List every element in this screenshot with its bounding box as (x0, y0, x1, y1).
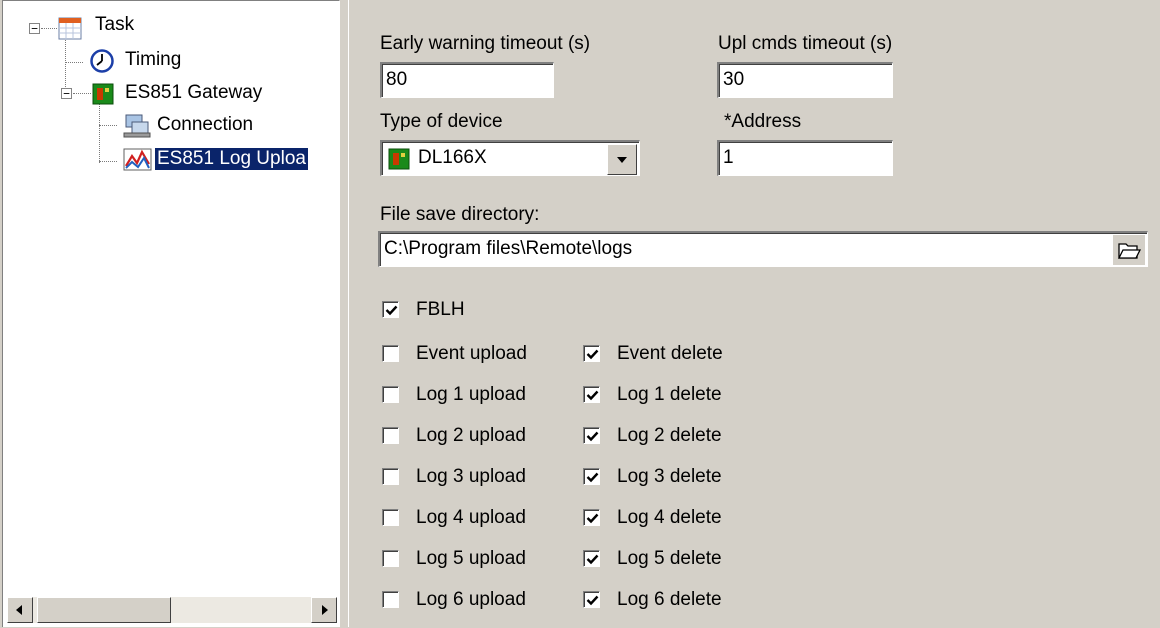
delete-checkbox-label: Log 3 delete (617, 466, 722, 487)
early-warning-label: Early warning timeout (s) (380, 33, 591, 54)
check-icon (586, 349, 599, 360)
upl-cmds-input[interactable]: 30 (717, 62, 893, 98)
upload-checkbox-row[interactable]: Log 3 upload (382, 466, 552, 492)
upload-checkbox[interactable] (382, 550, 399, 567)
browse-folder-button[interactable] (1113, 235, 1145, 265)
log-upload-icon (123, 148, 152, 171)
delete-checkbox-row[interactable]: Event delete (583, 343, 753, 369)
upload-checkbox[interactable] (382, 509, 399, 526)
arrow-right-icon (322, 605, 328, 615)
delete-checkbox-label: Log 4 delete (617, 507, 722, 528)
dropdown-button[interactable] (607, 144, 637, 175)
delete-checkbox-row[interactable]: Log 6 delete (583, 589, 753, 615)
tree-item-es851-gateway[interactable]: ES851 Gateway (125, 82, 262, 104)
address-input[interactable]: 1 (717, 140, 893, 176)
delete-checkbox-row[interactable]: Log 1 delete (583, 384, 753, 410)
upload-checkbox-row[interactable]: Event upload (382, 343, 552, 369)
scroll-right-button[interactable] (311, 597, 337, 623)
upload-checkbox-label: Log 5 upload (416, 548, 526, 569)
check-icon (586, 390, 599, 401)
upload-checkbox-label: Event upload (416, 343, 527, 364)
upload-checkbox[interactable] (382, 386, 399, 403)
tree-collapse-toggle-gateway[interactable]: − (61, 88, 72, 99)
fblh-label: FBLH (416, 299, 465, 320)
delete-checkbox[interactable] (583, 509, 600, 526)
check-icon (586, 595, 599, 606)
upload-checkbox-row[interactable]: Log 5 upload (382, 548, 552, 574)
tree-collapse-toggle-task[interactable]: − (29, 23, 40, 34)
fblh-checkbox-row[interactable]: FBLH (382, 299, 502, 325)
delete-checkbox-label: Log 1 delete (617, 384, 722, 405)
check-icon (586, 513, 599, 524)
upload-checkbox[interactable] (382, 591, 399, 608)
device-type-label: Type of device (380, 111, 503, 132)
tree-item-connection[interactable]: Connection (157, 114, 253, 136)
horizontal-scrollbar[interactable] (7, 597, 337, 623)
upload-checkbox-row[interactable]: Log 4 upload (382, 507, 552, 533)
scrollbar-thumb[interactable] (37, 597, 171, 623)
delete-checkbox[interactable] (583, 427, 600, 444)
upload-checkbox[interactable] (382, 345, 399, 362)
delete-checkbox[interactable] (583, 345, 600, 362)
tree-item-es851-log-upload[interactable]: ES851 Log Uploa (154, 147, 309, 171)
upload-checkbox-label: Log 2 upload (416, 425, 526, 446)
tree-view[interactable]: − Task Timing − ES851 Gateway Connection… (2, 0, 340, 627)
arrow-left-icon (16, 605, 22, 615)
delete-checkbox[interactable] (583, 550, 600, 567)
delete-checkbox[interactable] (583, 468, 600, 485)
delete-checkbox-label: Log 6 delete (617, 589, 722, 610)
clock-icon (90, 49, 114, 73)
calendar-icon (58, 17, 82, 40)
delete-checkbox-label: Log 5 delete (617, 548, 722, 569)
device-type-value: DL166X (418, 147, 487, 168)
save-dir-input[interactable]: C:\Program files\Remote\logs (378, 231, 1148, 267)
upload-checkbox-label: Log 3 upload (416, 466, 526, 487)
delete-checkbox-label: Event delete (617, 343, 723, 364)
device-type-select[interactable]: DL166X (380, 140, 640, 176)
device-icon (388, 148, 410, 170)
delete-checkbox[interactable] (583, 591, 600, 608)
scroll-left-button[interactable] (7, 597, 33, 623)
open-folder-icon (1117, 243, 1142, 259)
upl-cmds-label: Upl cmds timeout (s) (718, 33, 893, 54)
upload-checkbox-label: Log 1 upload (416, 384, 526, 405)
upload-checkbox-row[interactable]: Log 6 upload (382, 589, 552, 615)
upload-checkbox-row[interactable]: Log 2 upload (382, 425, 552, 451)
upload-checkbox[interactable] (382, 468, 399, 485)
delete-checkbox-row[interactable]: Log 3 delete (583, 466, 753, 492)
tree-item-task[interactable]: Task (95, 14, 134, 36)
pane-splitter[interactable] (341, 0, 349, 627)
delete-checkbox-row[interactable]: Log 2 delete (583, 425, 753, 451)
upload-checkbox-row[interactable]: Log 1 upload (382, 384, 552, 410)
network-icon (123, 114, 151, 138)
tree-item-timing[interactable]: Timing (125, 49, 181, 71)
delete-checkbox-row[interactable]: Log 4 delete (583, 507, 753, 533)
upload-checkbox-label: Log 6 upload (416, 589, 526, 610)
delete-checkbox-label: Log 2 delete (617, 425, 722, 446)
check-icon (586, 554, 599, 565)
save-dir-value: C:\Program files\Remote\logs (384, 238, 633, 259)
device-icon (92, 83, 114, 105)
address-label: *Address (724, 111, 802, 132)
delete-checkbox[interactable] (583, 386, 600, 403)
fblh-checkbox[interactable] (382, 301, 399, 318)
check-icon (586, 431, 599, 442)
upload-checkbox-label: Log 4 upload (416, 507, 526, 528)
delete-checkbox-row[interactable]: Log 5 delete (583, 548, 753, 574)
upload-checkbox[interactable] (382, 427, 399, 444)
early-warning-input[interactable]: 80 (380, 62, 554, 98)
save-dir-label: File save directory: (380, 204, 540, 225)
check-icon (385, 305, 398, 316)
chevron-down-icon (617, 157, 627, 163)
check-icon (586, 472, 599, 483)
